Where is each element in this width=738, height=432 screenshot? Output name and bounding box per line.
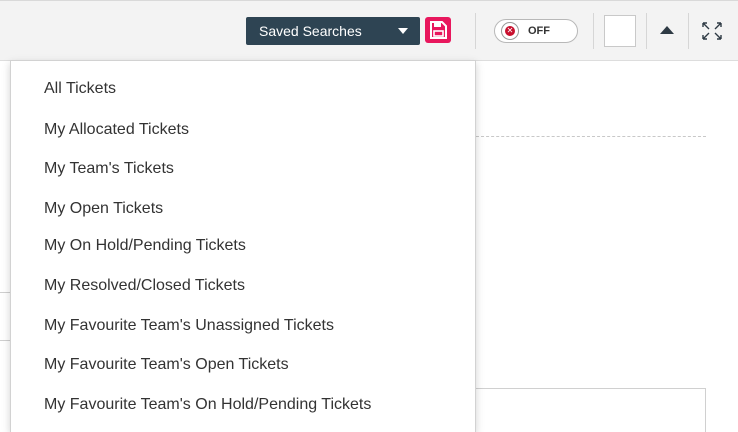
toolbar-divider bbox=[688, 13, 689, 49]
arrow-up-icon bbox=[660, 26, 674, 34]
toolbar-divider bbox=[646, 13, 647, 49]
toolbar-divider bbox=[475, 13, 476, 49]
menu-item-favourite-team-open-tickets[interactable]: My Favourite Team's Open Tickets bbox=[44, 355, 289, 375]
expand-button[interactable] bbox=[701, 21, 723, 41]
floppy-disk-icon bbox=[430, 21, 447, 39]
menu-item-my-teams-tickets[interactable]: My Team's Tickets bbox=[44, 159, 174, 179]
saved-searches-label: Saved Searches bbox=[259, 23, 362, 39]
expand-icon bbox=[702, 22, 722, 40]
background-panel bbox=[476, 388, 706, 432]
menu-item-my-open-tickets[interactable]: My Open Tickets bbox=[44, 199, 163, 219]
toolbar: Saved Searches ✕ OFF bbox=[0, 1, 738, 61]
menu-item-all-tickets[interactable]: All Tickets bbox=[44, 79, 116, 99]
background-divider bbox=[0, 292, 10, 293]
filter-toggle[interactable]: ✕ OFF bbox=[494, 19, 578, 43]
saved-searches-button[interactable]: Saved Searches bbox=[246, 17, 420, 45]
menu-item-favourite-team-unassigned-tickets[interactable]: My Favourite Team's Unassigned Tickets bbox=[44, 316, 334, 336]
select-checkbox[interactable] bbox=[604, 15, 636, 47]
close-circle-icon: ✕ bbox=[505, 26, 515, 36]
caret-down-icon bbox=[398, 28, 408, 34]
collapse-button[interactable] bbox=[657, 22, 677, 38]
menu-item-favourite-team-on-hold-pending-tickets[interactable]: My Favourite Team's On Hold/Pending Tick… bbox=[44, 395, 371, 415]
toolbar-divider bbox=[593, 13, 594, 49]
menu-item-my-on-hold-pending-tickets[interactable]: My On Hold/Pending Tickets bbox=[44, 236, 246, 256]
saved-searches-dropdown: All Tickets My Allocated Tickets My Team… bbox=[10, 60, 476, 432]
toggle-knob: ✕ bbox=[501, 22, 519, 40]
menu-item-my-resolved-closed-tickets[interactable]: My Resolved/Closed Tickets bbox=[44, 276, 245, 296]
save-search-button[interactable] bbox=[425, 17, 451, 43]
menu-item-my-allocated-tickets[interactable]: My Allocated Tickets bbox=[44, 120, 189, 140]
background-divider bbox=[0, 340, 10, 341]
background-divider bbox=[476, 136, 706, 137]
toggle-label: OFF bbox=[528, 25, 550, 37]
page: Saved Searches ✕ OFF All Tickets My Allo… bbox=[0, 0, 738, 432]
